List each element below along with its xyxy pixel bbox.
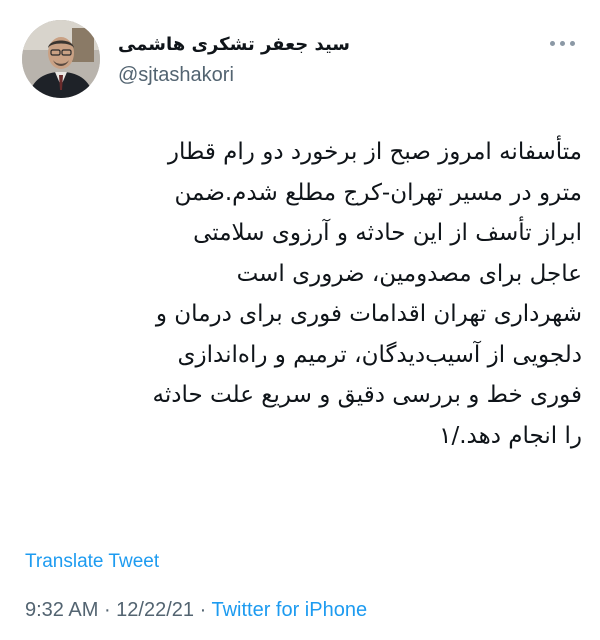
tweet-text-line: را انجام دهد./۱ bbox=[439, 422, 582, 449]
tweet-card: سید جعفر تشکری هاشمی @sjtashakori متأسفا… bbox=[0, 0, 600, 640]
tweet-text-line: فوری خط و بررسی دقیق و سریع علت حادثه bbox=[152, 382, 582, 408]
tweet-text-line: متأسفانه امروز صبح از برخورد دو رام قطار bbox=[167, 139, 582, 165]
tweet-date[interactable]: 12/22/21 bbox=[116, 599, 194, 621]
avatar-photo bbox=[22, 20, 100, 98]
author-display-name[interactable]: سید جعفر تشکری هاشمی bbox=[118, 33, 358, 57]
tweet-text: متأسفانه امروز صبح از برخورد دو رام قطار… bbox=[22, 132, 582, 456]
tweet-text-line: مترو در مسیر تهران-کرج مطلع شدم.ضمن bbox=[174, 179, 582, 206]
tweet-text-line: ابراز تأسف از این حادثه و آرزوی سلامتی bbox=[193, 220, 582, 246]
tweet-text-line: شهرداری تهران اقدامات فوری برای درمان و bbox=[155, 301, 582, 327]
author-handle[interactable]: @sjtashakori bbox=[118, 63, 234, 87]
avatar[interactable] bbox=[22, 20, 100, 98]
translate-tweet-link[interactable]: Translate Tweet bbox=[25, 550, 159, 574]
tweet-metadata: 9:32 AM · 12/22/21 · Twitter for iPhone bbox=[25, 597, 367, 623]
meta-separator: · bbox=[194, 599, 212, 621]
more-horizontal-icon[interactable] bbox=[548, 36, 578, 50]
tweet-text-line: دلجویی از آسیب‌دیدگان، ترمیم و راه‌انداز… bbox=[177, 341, 582, 368]
tweet-time[interactable]: 9:32 AM bbox=[25, 599, 98, 621]
tweet-text-line: عاجل برای مصدومین، ضروری است bbox=[236, 260, 582, 287]
tweet-source-link[interactable]: Twitter for iPhone bbox=[211, 599, 367, 621]
meta-separator: · bbox=[98, 599, 117, 621]
